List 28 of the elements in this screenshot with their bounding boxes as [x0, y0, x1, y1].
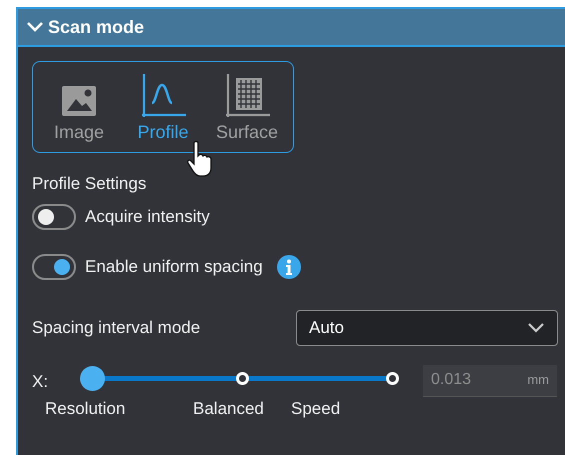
slider-stop-label: Resolution — [45, 398, 126, 420]
slider-stop-label: Balanced — [193, 398, 264, 420]
value-field[interactable]: 0.013 mm — [423, 364, 557, 396]
slider-stop[interactable] — [386, 372, 399, 384]
slider-thumb[interactable] — [80, 366, 105, 390]
panel-header[interactable]: Scan mode — [18, 9, 565, 47]
value-text: 0.013 — [431, 370, 472, 390]
toggle-switch[interactable] — [32, 204, 76, 230]
toggle-label: Acquire intensity — [85, 206, 210, 228]
axis-label: X: — [32, 370, 50, 392]
info-icon[interactable] — [276, 254, 301, 278]
surface-grid-icon — [224, 73, 270, 119]
mode-button[interactable]: Surface — [205, 64, 289, 150]
hand-cursor-icon — [187, 140, 213, 178]
mode-dropdown[interactable]: Auto — [296, 310, 558, 346]
image-icon — [61, 83, 97, 119]
dropdown-value: Auto — [309, 316, 344, 339]
slider-stop[interactable] — [236, 372, 249, 384]
mode-button[interactable]: Profile — [121, 64, 205, 150]
profile-curve-icon — [140, 73, 186, 119]
toggle-switch[interactable] — [32, 254, 76, 280]
field-label: Spacing interval mode — [32, 316, 202, 339]
mode-button[interactable]: Image — [37, 64, 121, 150]
section-title: Profile Settings — [32, 173, 148, 195]
unit-label: mm — [527, 371, 549, 390]
toggle-label: Enable uniform spacing — [85, 256, 263, 278]
chevron-down-icon — [527, 322, 545, 334]
slider-stop-label: Speed — [291, 398, 340, 420]
